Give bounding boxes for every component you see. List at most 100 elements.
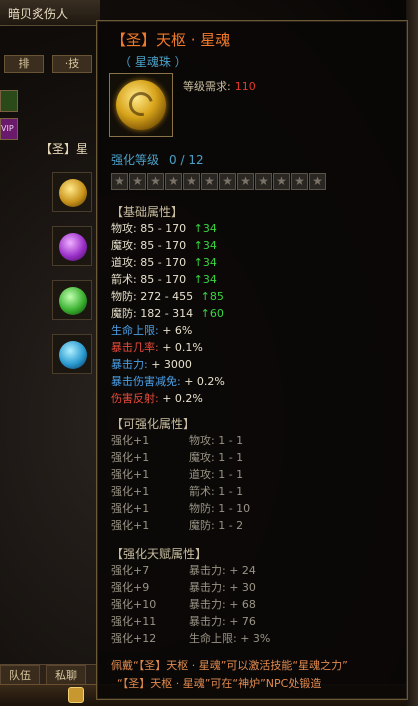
talent-stat-row: 强化+12 生命上限: + 3% [111, 631, 391, 647]
footer-line-2: “【圣】天枢 · 星魂”可在“神炉”NPC处锻造 [117, 677, 322, 690]
row-level: 强化+1 [111, 434, 150, 447]
star-empty-icon: ★ [111, 173, 128, 190]
orb-slot-green[interactable] [52, 280, 92, 320]
scene-tab-1[interactable]: ·技 [52, 55, 92, 73]
row-level: 强化+1 [111, 485, 150, 498]
row-level: 强化+7 [111, 564, 150, 577]
orb-gold-icon [59, 179, 87, 207]
orb-slot-blue[interactable] [52, 334, 92, 374]
team-button[interactable]: 队伍 [0, 665, 40, 685]
upgrade-stat-row: 强化+1 魔防: 1 - 2 [111, 518, 391, 534]
row-level: 强化+9 [111, 581, 150, 594]
item-subtitle: （ 星魂珠 ） [119, 55, 187, 69]
orb-slot-purple[interactable] [52, 226, 92, 266]
special-stat-name: 生命上限: [111, 324, 159, 337]
orb-purple-icon [59, 233, 87, 261]
tooltip-footer: 佩戴“【圣】天枢 · 星魂”可以激活技能“星魂之力” “【圣】天枢 · 星魂”可… [111, 657, 401, 693]
upgrade-stat-row: 强化+1 道攻: 1 - 1 [111, 467, 391, 483]
star-empty-icon: ★ [201, 173, 218, 190]
row-value: 魔防: 1 - 2 [189, 519, 244, 532]
private-chat-button[interactable]: 私聊 [46, 665, 86, 685]
base-stat-text: 魔防: 182 - 314 [111, 307, 194, 320]
base-stat-row: 魔攻: 85 - 170 ↑34 [111, 238, 217, 254]
base-stat-text: 道攻: 85 - 170 [111, 256, 187, 269]
base-stat-row: 魔防: 182 - 314 ↑60 [111, 306, 224, 322]
row-level: 强化+12 [111, 632, 157, 645]
special-stat-name: 暴击几率: [111, 341, 159, 354]
base-stat-bonus: 60 [209, 307, 224, 320]
special-stat-value: + 3000 [147, 358, 192, 371]
orb-green-icon [59, 287, 87, 315]
star-empty-icon: ★ [165, 173, 182, 190]
base-stat-row: 物攻: 85 - 170 ↑34 [111, 221, 217, 237]
star-empty-icon: ★ [219, 173, 236, 190]
row-value: 生命上限: + 3% [189, 632, 271, 645]
star-empty-icon: ★ [273, 173, 290, 190]
base-stat-bonus: 34 [202, 222, 217, 235]
base-stat-text: 物防: 272 - 455 [111, 290, 194, 303]
row-level: 强化+1 [111, 451, 150, 464]
requirement-label: 等级需求: [183, 80, 231, 93]
item-title: 【圣】天枢 · 星魂 [111, 31, 231, 49]
orb-blue-icon [59, 341, 87, 369]
star-empty-icon: ★ [237, 173, 254, 190]
requirement-value: 110 [234, 80, 256, 93]
star-empty-icon: ★ [309, 173, 326, 190]
item-icon-frame [109, 73, 173, 137]
row-level: 强化+11 [111, 615, 157, 628]
star-empty-icon: ★ [255, 173, 272, 190]
chat-button-bar: 队伍 私聊 [0, 664, 100, 685]
scene-tab-0[interactable]: 排 [4, 55, 44, 73]
side-item-label: 【圣】星 [40, 142, 89, 156]
enhance-label: 强化等级 [111, 153, 160, 167]
star-empty-icon: ★ [291, 173, 308, 190]
special-stat-name: 暴击伤害减免: [111, 375, 181, 388]
row-level: 强化+10 [111, 598, 157, 611]
upgrade-stat-row: 强化+1 箭术: 1 - 1 [111, 484, 391, 500]
special-stat-name: 暴击力: [111, 358, 148, 371]
base-stat-bonus: 34 [202, 273, 217, 286]
enhance-stars: ★ ★ ★ ★ ★ ★ ★ ★ ★ ★ ★ ★ [111, 173, 326, 190]
row-value: 物防: 1 - 10 [189, 502, 251, 515]
base-stat-row: 道攻: 85 - 170 ↑34 [111, 255, 217, 271]
up-arrow-icon: ↑ [193, 273, 203, 286]
row-value: 暴击力: + 24 [189, 564, 256, 577]
row-value: 箭术: 1 - 1 [189, 485, 244, 498]
special-stat-row: 暴击伤害减免: + 0.2% [111, 374, 225, 390]
special-stat-value: + 0.2% [180, 375, 225, 388]
base-stat-text: 魔攻: 85 - 170 [111, 239, 187, 252]
upgrade-stat-row: 强化+1 魔攻: 1 - 1 [111, 450, 391, 466]
window-title-bar: 暗贝炙伤人 [0, 0, 100, 26]
base-stat-text: 箭术: 85 - 170 [111, 273, 187, 286]
upgrade-stats-title: 【可强化属性】 [111, 417, 196, 431]
vip-icon[interactable]: VIP [0, 118, 18, 140]
up-arrow-icon: ↑ [193, 239, 203, 252]
row-value: 道攻: 1 - 1 [189, 468, 244, 481]
special-stat-row: 伤害反射: + 0.2% [111, 391, 203, 407]
base-stats-title: 【基础属性】 [111, 205, 184, 219]
base-stat-bonus: 85 [209, 290, 224, 303]
special-stat-row: 生命上限: + 6% [111, 323, 192, 339]
base-stat-bonus: 34 [202, 256, 217, 269]
footer-line-1: 佩戴“【圣】天枢 · 星魂”可以激活技能“星魂之力” [111, 659, 348, 672]
row-value: 物攻: 1 - 1 [189, 434, 244, 447]
base-stat-text: 物攻: 85 - 170 [111, 222, 187, 235]
up-arrow-icon: ↑ [200, 290, 210, 303]
window-title: 暗贝炙伤人 [8, 7, 69, 21]
side-leaf-icon[interactable] [0, 90, 18, 112]
orb-slot-gold[interactable] [52, 172, 92, 212]
special-stat-row: 暴击力: + 3000 [111, 357, 192, 373]
special-stat-name: 伤害反射: [111, 392, 159, 405]
star-empty-icon: ★ [147, 173, 164, 190]
star-empty-icon: ★ [129, 173, 146, 190]
enhance-value: 0 / 12 [169, 153, 204, 167]
row-value: 暴击力: + 30 [189, 581, 256, 594]
lock-icon[interactable] [68, 687, 84, 703]
up-arrow-icon: ↑ [200, 307, 210, 320]
upgrade-stat-row: 强化+1 物攻: 1 - 1 [111, 433, 391, 449]
star-empty-icon: ★ [183, 173, 200, 190]
base-stat-row: 箭术: 85 - 170 ↑34 [111, 272, 217, 288]
level-requirement: 等级需求: 110 [183, 78, 256, 94]
enhance-level: 强化等级 0 / 12 [111, 151, 204, 168]
row-level: 强化+1 [111, 502, 150, 515]
